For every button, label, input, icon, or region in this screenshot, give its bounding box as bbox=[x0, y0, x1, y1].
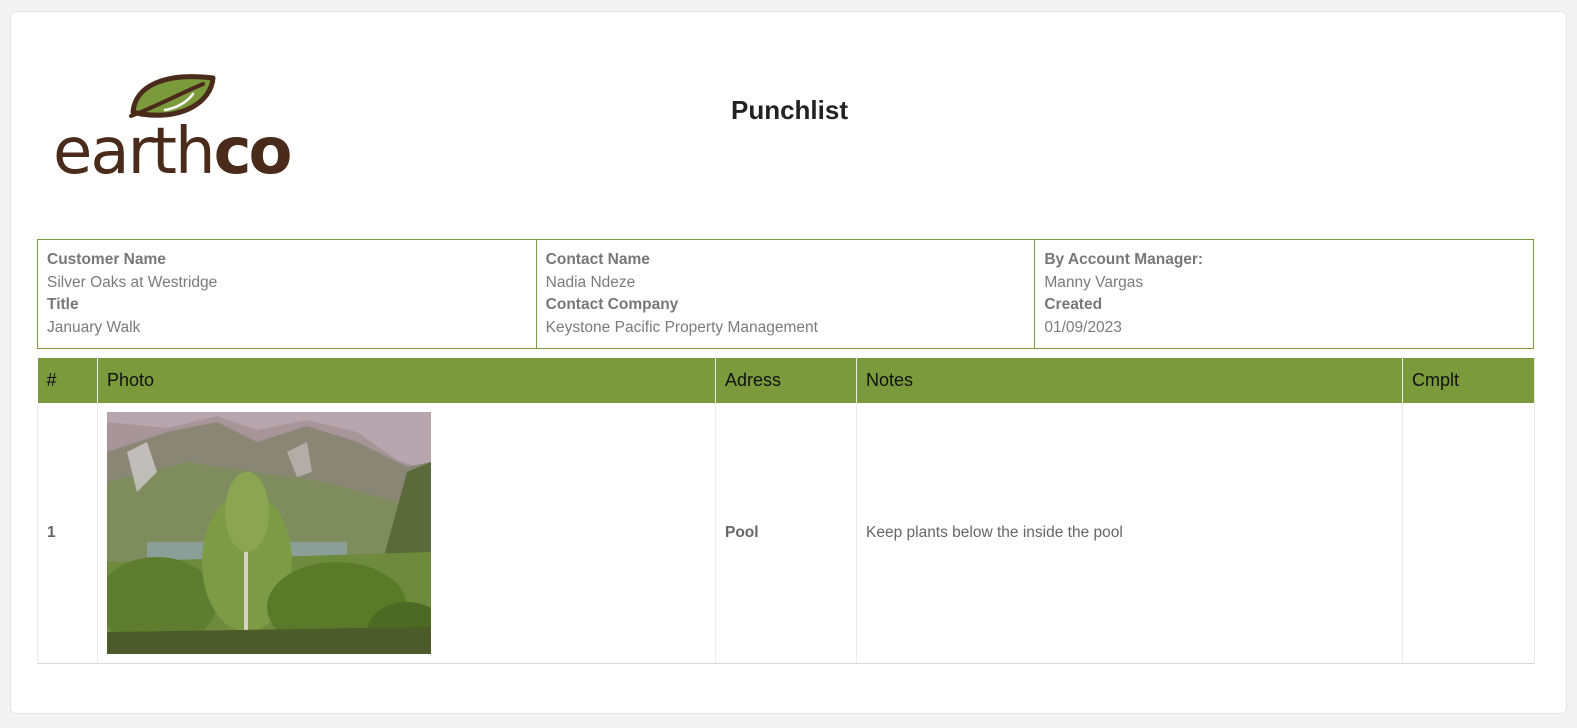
title-label: Title bbox=[47, 296, 79, 313]
header-number: # bbox=[37, 358, 98, 403]
row-notes: Keep plants below the inside the pool bbox=[856, 403, 1403, 664]
table-row: 1 Pool Keep plants below the inside the … bbox=[37, 403, 1535, 664]
landscape-photo[interactable] bbox=[107, 411, 431, 654]
account-manager-value: Manny Vargas bbox=[1044, 273, 1144, 291]
title-value: January Walk bbox=[47, 318, 141, 336]
contact-name-label: Contact Name bbox=[545, 251, 650, 268]
info-box: Customer Name Silver Oaks at Westridge T… bbox=[37, 239, 1534, 349]
header-photo: Photo bbox=[97, 358, 716, 403]
info-column-customer: Customer Name Silver Oaks at Westridge T… bbox=[38, 240, 536, 348]
created-label: Created bbox=[1044, 296, 1103, 313]
earthco-logo: earthco bbox=[53, 64, 292, 194]
contact-name-value: Nadia Ndeze bbox=[545, 273, 636, 291]
row-number: 1 bbox=[37, 403, 98, 664]
row-address: Pool bbox=[715, 403, 857, 664]
table-header-row: # Photo Adress Notes Cmplt bbox=[37, 358, 1535, 403]
customer-name-label: Customer Name bbox=[47, 251, 166, 268]
header-complete: Cmplt bbox=[1402, 358, 1535, 403]
created-value: 01/09/2023 bbox=[1044, 318, 1122, 336]
punchlist-table: # Photo Adress Notes Cmplt 1 Pool Keep p… bbox=[37, 358, 1535, 664]
contact-company-label: Contact Company bbox=[545, 296, 679, 313]
customer-name-value: Silver Oaks at Westridge bbox=[47, 273, 218, 291]
header-address: Adress bbox=[715, 358, 857, 403]
info-column-manager: By Account Manager: Manny Vargas Created… bbox=[1034, 240, 1533, 348]
header-notes: Notes bbox=[856, 358, 1403, 403]
punchlist-card: earthco Punchlist Customer Name Silver O… bbox=[10, 11, 1567, 714]
contact-company-value: Keystone Pacific Property Management bbox=[545, 318, 818, 336]
logo-wordmark: earthco bbox=[53, 115, 292, 189]
row-complete[interactable] bbox=[1402, 403, 1535, 664]
page-title: Punchlist bbox=[730, 95, 848, 125]
info-column-contact: Contact Name Nadia Ndeze Contact Company… bbox=[535, 240, 1035, 348]
row-photo-cell bbox=[97, 403, 716, 664]
account-manager-label: By Account Manager: bbox=[1044, 251, 1204, 268]
